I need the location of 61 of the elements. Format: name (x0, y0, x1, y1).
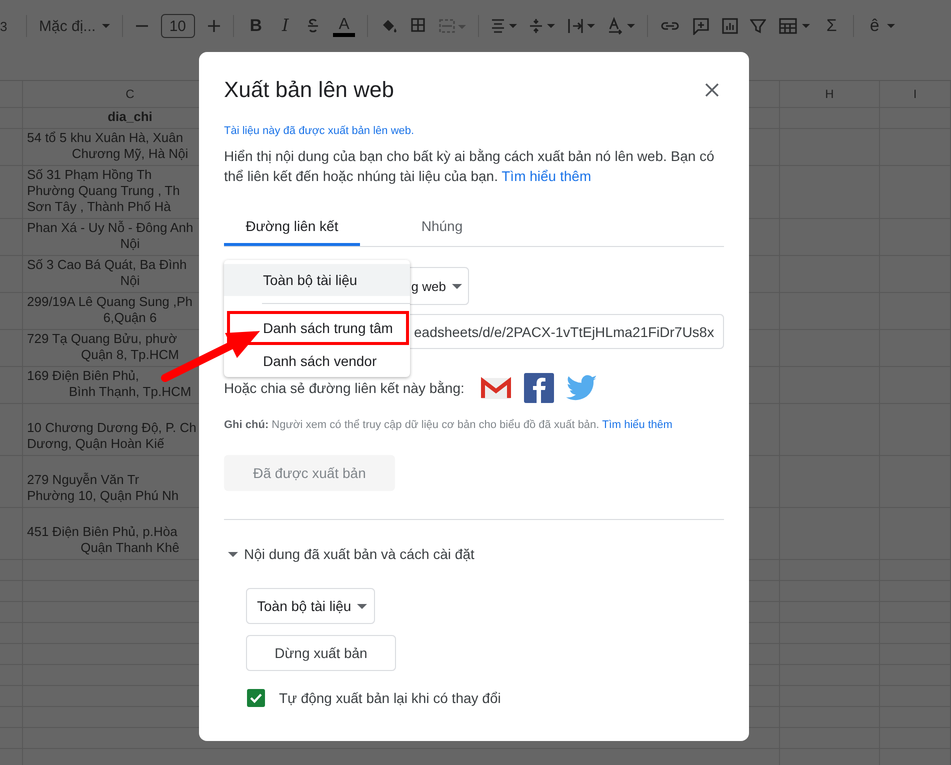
sum-button[interactable]: Σ (822, 16, 841, 36)
caret-icon[interactable] (627, 24, 636, 28)
facebook-icon[interactable] (524, 373, 554, 403)
toolbar-text: 3 (0, 18, 8, 34)
caret-icon[interactable] (802, 24, 810, 28)
caret-icon (452, 284, 462, 288)
dialog-title: Xuất bản lên web (224, 76, 394, 104)
column-header: I (880, 81, 951, 107)
vertical-align-icon[interactable] (529, 17, 544, 35)
table-cell-text: 279 Nguyễn Văn Tr Phường 10, Quận Phú Nh (26, 471, 180, 505)
comment-icon[interactable] (692, 17, 710, 35)
font-select[interactable]: Mặc đị... (39, 18, 110, 34)
table-cell-text: 10 Chương Dương Độ, P. Ch Dương, Quận Hoàn Kiế (26, 419, 198, 453)
caret-icon[interactable] (547, 24, 556, 28)
align-icon[interactable] (491, 17, 506, 35)
header-cell-text: dia_chi (106, 108, 154, 126)
caret-icon[interactable] (509, 24, 518, 28)
tab[interactable]: Nhúng (360, 208, 524, 246)
section-toggle[interactable]: Nội dung đã xuất bản và cách cài đặt (244, 546, 474, 562)
column-header: H (780, 81, 880, 107)
learn-more-link[interactable]: Tìm hiểu thêm (602, 419, 672, 431)
status-text: Tài liệu này đã được xuất bản lên web. (224, 124, 416, 139)
bird-icon[interactable] (566, 374, 598, 402)
caret-icon[interactable] (887, 24, 896, 28)
checkbox[interactable] (247, 689, 265, 707)
table-cell-text: Số 3 Cao Bá Quát, Ba Đình Nội (26, 256, 188, 290)
menu-item[interactable]: Danh sách trung tâm (227, 311, 409, 345)
bold-button[interactable]: B (246, 16, 266, 36)
checkbox-label: Tự động xuất bản lại khi có thay đổi (279, 690, 501, 706)
note-text: Ghi chú: Người xem có thể truy cập dữ liệu cơ bản cho biểu đồ đã xuất bản. Tìm hiểu thêm (224, 418, 674, 433)
table-cell-text: Số 31 Phạm Hồng Th Phường Quang Trung , Th Sơn Tây , Thành Phố Hà (26, 166, 181, 216)
caret-icon[interactable] (228, 549, 238, 559)
text-color-button[interactable]: A (332, 16, 356, 36)
learn-more-link[interactable]: Tìm hiểu thêm (502, 168, 592, 184)
text-rotation-icon[interactable] (607, 17, 624, 35)
input-tools-button[interactable]: ê (866, 16, 884, 36)
chart-icon[interactable] (722, 17, 738, 35)
table-cell-text: 169 Điện Biên Phủ, Bình Thạnh, Tp.HCM (26, 367, 192, 401)
table-cell-text: 54 tổ 5 khu Xuân Hà, Xuân Chương Mỹ, Hà Nội (26, 129, 190, 163)
functions-icon[interactable] (778, 17, 798, 35)
stop-publishing-button[interactable]: Dừng xuất bản (246, 635, 396, 671)
envelope-icon[interactable] (480, 376, 512, 400)
font-size-field[interactable]: 10 (160, 14, 195, 38)
table-cell-text: Phan Xá - Uy Nỗ - Đông Anh Nội (26, 219, 194, 253)
borders-icon[interactable] (410, 17, 426, 35)
description-text: Hiển thị nội dung của bạn cho bất kỳ ai bằng cách xuất bản nó lên web. Bạn có thể liên kết đến hoặc nhúng tài liệu của bạn. Tìm hiểu thêm (224, 147, 716, 186)
caret-icon[interactable] (587, 24, 596, 28)
share-label: Hoặc chia sẻ đường liên kết này bằng: (224, 380, 464, 396)
caret-icon (357, 604, 368, 608)
table-cell-text: 451 Điện Biên Phủ, p.Hòa Quận Thanh Khê (26, 523, 180, 557)
filter-icon[interactable] (750, 17, 766, 35)
caret-icon (102, 24, 110, 28)
italic-button[interactable]: I (278, 16, 293, 36)
tab[interactable]: Đường liên kết (224, 208, 360, 246)
text-wrap-icon[interactable] (567, 17, 584, 35)
table-cell-text: 729 Tạ Quang Bửu, phườ Quận 8, Tp.HCM (26, 330, 180, 364)
plus-icon[interactable] (206, 17, 221, 35)
table-cell-text: 299/19A Lê Quang Sung ,Ph 6,Quận 6 (26, 293, 194, 327)
menu-item[interactable]: Toàn bộ tài liệu (224, 264, 410, 296)
scope-select[interactable]: Toàn bộ tài liệu (246, 588, 375, 624)
column-header: C (124, 86, 136, 103)
